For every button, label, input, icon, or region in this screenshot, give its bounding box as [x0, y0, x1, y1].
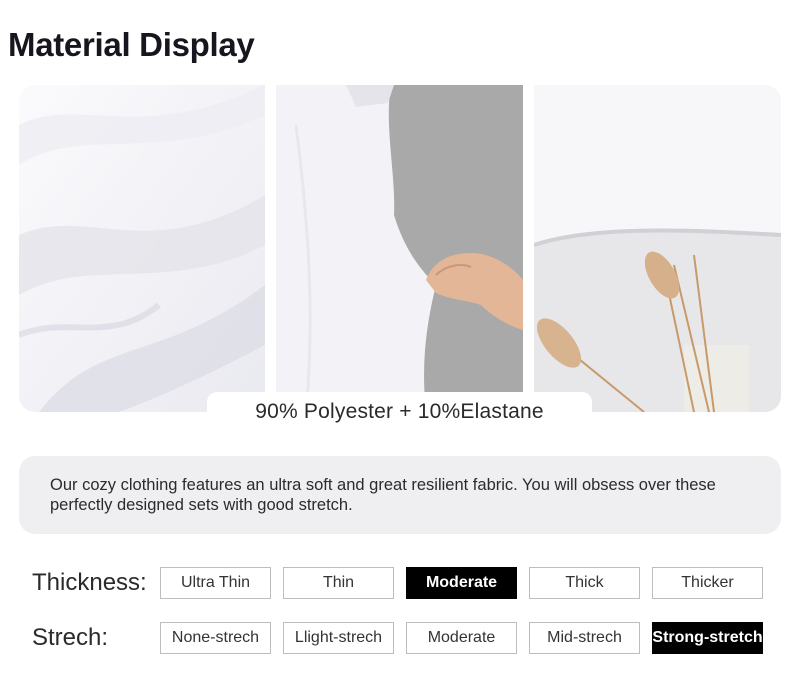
- thickness-option-selected[interactable]: Moderate: [406, 567, 517, 599]
- stretch-option[interactable]: Mid-strech: [529, 622, 640, 654]
- stretch-demo-image: [276, 85, 523, 412]
- fabric-description: Our cozy clothing features an ultra soft…: [19, 456, 781, 534]
- thickness-option[interactable]: Thicker: [652, 567, 763, 599]
- page-title: Material Display: [8, 26, 255, 63]
- thickness-label: Thickness:: [32, 569, 147, 596]
- thickness-option[interactable]: Thin: [283, 567, 394, 599]
- thickness-options: Ultra Thin Thin Moderate Thick Thicker: [160, 567, 763, 599]
- stretch-option-selected[interactable]: Strong-stretch: [652, 622, 763, 654]
- thickness-option[interactable]: Thick: [529, 567, 640, 599]
- stretch-option[interactable]: None-strech: [160, 622, 271, 654]
- thickness-option[interactable]: Ultra Thin: [160, 567, 271, 599]
- stretch-option[interactable]: Moderate: [406, 622, 517, 654]
- stretch-option[interactable]: Llight-strech: [283, 622, 394, 654]
- fabric-folds-image: [19, 85, 265, 412]
- stretch-label: Strech:: [32, 624, 109, 651]
- material-composition-caption: 90% Polyester + 10%Elastane: [207, 392, 592, 432]
- material-gallery: [19, 85, 781, 412]
- stretch-options: None-strech Llight-strech Moderate Mid-s…: [160, 622, 763, 654]
- fabric-detail-image: [534, 85, 781, 412]
